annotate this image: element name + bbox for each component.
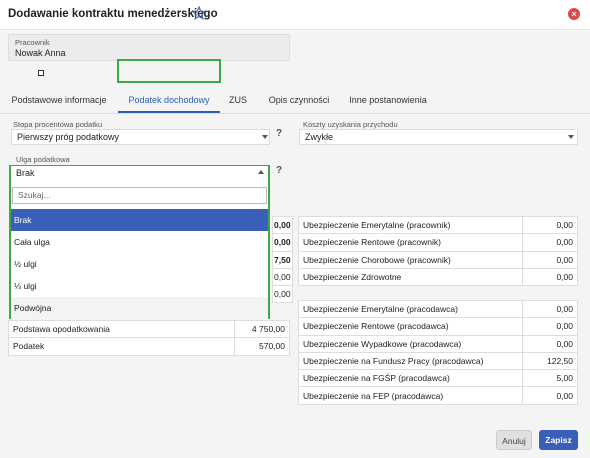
table-cell: Podatek bbox=[8, 337, 235, 356]
dropdown-option[interactable]: ⅓ ulgi bbox=[11, 275, 268, 297]
dropdown-option[interactable]: Cała ulga bbox=[11, 231, 268, 253]
table-cell: 0,00 bbox=[522, 233, 578, 252]
table-row: Ubezpieczenie Rentowe (pracodawca) 0,00 bbox=[298, 317, 578, 336]
costs-value: Zwykłe bbox=[305, 132, 334, 142]
table-cell: 0,00 bbox=[522, 215, 578, 235]
tab-bar: Podstawowe informacje Podatek dochodowy … bbox=[0, 88, 590, 114]
table-cell: 0,00 bbox=[272, 285, 293, 304]
table-cell: 0,00 bbox=[272, 267, 293, 287]
costs-select[interactable]: Zwykłe bbox=[299, 129, 578, 145]
relief-label: Ulga podatkowa bbox=[16, 155, 70, 164]
table-cell: Ubezpieczenie Chorobowe (pracownik) bbox=[298, 250, 523, 269]
table-row: Podstawa opodatkowania 4 750,00 bbox=[8, 319, 290, 339]
table-row: Ubezpieczenie Emerytalne (pracownik) 0,00 bbox=[298, 215, 578, 235]
table-cell: Ubezpieczenie Rentowe (pracownik) bbox=[298, 233, 523, 252]
table-cell: 0,00 bbox=[272, 215, 293, 235]
table-row: Ubezpieczenie na FGŚP (pracodawca) 5,00 bbox=[298, 369, 578, 388]
employee-label: Pracownik bbox=[15, 38, 50, 47]
dropdown-option[interactable]: Brak bbox=[11, 209, 268, 231]
dialog-header: Dodawanie kontraktu menedżerskiego × bbox=[0, 0, 590, 30]
relief-help-icon[interactable]: ? bbox=[276, 165, 282, 176]
tax-rate-select[interactable]: Pierwszy próg podatkowy bbox=[11, 129, 270, 145]
table-row: Ubezpieczenie Chorobowe (pracownik) 0,00 bbox=[298, 250, 578, 269]
table-cell: 0,00 bbox=[522, 250, 578, 269]
dialog-title: Dodawanie kontraktu menedżerskiego bbox=[8, 8, 218, 20]
table-cell: 0,00 bbox=[522, 267, 578, 287]
dropdown-options: Brak Cała ulga ½ ulgi ⅓ ulgi Podwójna bbox=[11, 209, 268, 319]
table-cell: Ubezpieczenie na Fundusz Pracy (pracodaw… bbox=[298, 351, 523, 371]
table-row: Ubezpieczenie Emerytalne (pracodawca) 0,0… bbox=[298, 299, 578, 319]
tab-income-tax[interactable]: Podatek dochodowy bbox=[118, 88, 220, 113]
tax-rate-help-icon[interactable]: ? bbox=[276, 128, 282, 139]
relief-select[interactable]: Brak bbox=[11, 166, 268, 182]
table-cell: 0,00 bbox=[522, 334, 578, 353]
table-row: Ubezpieczenie Wypadkowe (pracodawca) 0,00 bbox=[298, 334, 578, 353]
table-row: Ubezpieczenie na FEP (pracodawca) 0,00 bbox=[298, 386, 578, 405]
tax-rate-label: Stopa procentowa podatku bbox=[13, 120, 103, 129]
table-row: Podatek 570,00 bbox=[8, 337, 290, 356]
table-row: Ubezpieczenie Rentowe (pracownik) 0,00 bbox=[298, 233, 578, 252]
employee-value: Nowak Anna bbox=[15, 48, 66, 58]
left-tax-table: Podstawa opodatkowania 4 750,00 Podatek … bbox=[8, 319, 290, 356]
dropdown-option[interactable]: ½ ulgi bbox=[11, 253, 268, 275]
tax-rate-value: Pierwszy próg podatkowy bbox=[17, 132, 120, 142]
tab-basic-info[interactable]: Podstawowe informacje bbox=[8, 88, 110, 113]
table-row: Ubezpieczenie na Fundusz Pracy (pracodaw… bbox=[298, 351, 578, 371]
search-input[interactable]: Szukaj... bbox=[12, 187, 267, 204]
table-row: Ubezpieczenie Zdrowotne 0,00 bbox=[298, 267, 578, 287]
chevron-up-icon bbox=[258, 170, 264, 174]
table-cell: 122,50 bbox=[522, 351, 578, 371]
close-icon[interactable]: × bbox=[568, 8, 580, 20]
table-cell: 4 750,00 bbox=[234, 319, 290, 339]
employer-insurance-table: Ubezpieczenie Emerytalne (pracodawca) 0,0… bbox=[298, 299, 578, 405]
table-cell: 0,00 bbox=[272, 233, 293, 252]
tab-other-provisions[interactable]: Inne postanowienia bbox=[345, 88, 431, 113]
table-cell: Ubezpieczenie na FGŚP (pracodawca) bbox=[298, 369, 523, 388]
table-cell: Ubezpieczenie Emerytalne (pracownik) bbox=[298, 215, 523, 235]
employee-insurance-table: Ubezpieczenie Emerytalne (pracownik) 0,00… bbox=[298, 215, 578, 287]
table-cell: 570,00 bbox=[234, 337, 290, 356]
table-cell: Ubezpieczenie Rentowe (pracodawca) bbox=[298, 317, 523, 336]
dropdown-option[interactable]: Podwójna bbox=[11, 297, 268, 319]
relief-value: Brak bbox=[16, 168, 35, 178]
cancel-button[interactable]: Anuluj bbox=[496, 430, 532, 450]
tab-activities-description[interactable]: Opis czynności bbox=[264, 88, 334, 113]
chevron-down-icon bbox=[568, 135, 574, 139]
save-button[interactable]: Zapisz bbox=[539, 430, 578, 450]
employee-field: Pracownik Nowak Anna bbox=[8, 34, 290, 61]
left-partial-table: 0,00 0,00 7,50 0,00 0,00 bbox=[272, 215, 293, 304]
chevron-down-icon bbox=[262, 135, 268, 139]
table-cell: Ubezpieczenie Wypadkowe (pracodawca) bbox=[298, 334, 523, 353]
checkbox[interactable] bbox=[38, 70, 44, 76]
table-cell: 7,50 bbox=[272, 250, 293, 269]
costs-label: Koszty uzyskania przychodu bbox=[303, 120, 398, 129]
table-cell: 0,00 bbox=[522, 317, 578, 336]
table-cell: Ubezpieczenie na FEP (pracodawca) bbox=[298, 386, 523, 405]
table-cell: Ubezpieczenie Zdrowotne bbox=[298, 267, 523, 287]
tab-zus[interactable]: ZUS bbox=[224, 88, 252, 113]
star-icon[interactable] bbox=[192, 6, 206, 20]
table-cell: Ubezpieczenie Emerytalne (pracodawca) bbox=[298, 299, 523, 319]
table-cell: 5,00 bbox=[522, 369, 578, 388]
table-cell: 0,00 bbox=[522, 386, 578, 405]
table-cell: 0,00 bbox=[522, 299, 578, 319]
table-cell: Podstawa opodatkowania bbox=[8, 319, 235, 339]
